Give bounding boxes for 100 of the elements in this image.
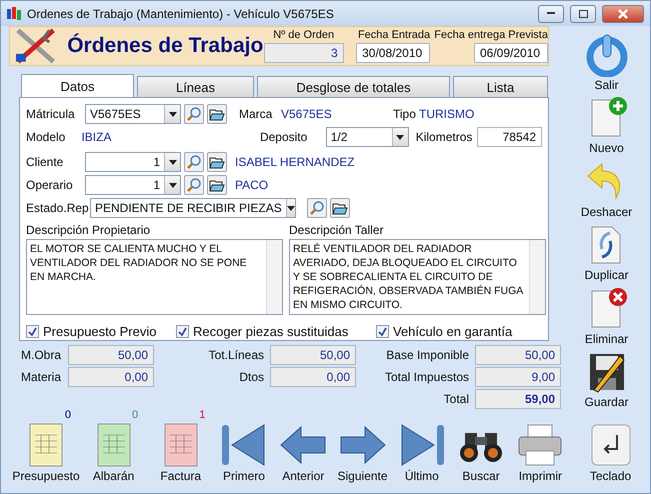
dropdown-arrow-icon xyxy=(286,206,295,210)
operator-name: PACO xyxy=(235,178,268,192)
field-label: Estado.Rep xyxy=(26,201,90,215)
toolbar-button[interactable]: 0 Presupuesto xyxy=(13,409,79,483)
left-arrow-icon xyxy=(279,423,328,467)
dropdown-arrow-icon xyxy=(396,134,404,140)
tab[interactable]: Líneas xyxy=(137,76,254,97)
tab[interactable]: Desglose de totales xyxy=(257,76,450,97)
plate-combo[interactable]: V5675ES xyxy=(85,104,181,124)
field-label: Cliente xyxy=(26,155,64,169)
tab[interactable]: Datos xyxy=(21,74,134,97)
total-label: Tot.Líneas xyxy=(208,348,264,362)
maximize-icon xyxy=(578,10,588,18)
field-label: Tipo xyxy=(393,107,417,121)
side-button[interactable]: Guardar xyxy=(572,346,642,409)
side-button[interactable]: Salir xyxy=(572,28,642,92)
printer-icon xyxy=(516,423,564,467)
mileage-field[interactable]: 78542 xyxy=(477,127,542,147)
open-folder-button[interactable] xyxy=(207,104,227,124)
description-field[interactable]: RELÉ VENTILADOR DEL RADIADOR AVERIADO, DEJA BLOQUEADO EL CIRCUITO Y SE SOBRECALIENTA EL CIRCUITO DE REFIGERACIÓN, OBSERVADA TAMBIÉN FUGA EN MISMO CIRCUITO. xyxy=(289,239,546,315)
checkbox[interactable]: Presupuesto Previo xyxy=(26,324,176,339)
close-icon xyxy=(618,8,628,18)
page-title: Órdenes de Trabajo xyxy=(67,34,264,58)
brand-value: V5675ES xyxy=(281,107,333,121)
field-label: Fecha Entrada xyxy=(358,29,430,41)
checkmark-icon xyxy=(178,327,187,336)
search-button[interactable] xyxy=(184,175,204,195)
toolbar-button[interactable]: Teclado xyxy=(571,409,650,483)
field-label: Kilometros xyxy=(414,130,472,144)
search-icon xyxy=(309,200,325,216)
total-label: Materia xyxy=(21,370,62,384)
folder-icon xyxy=(209,107,225,121)
toolbar-button[interactable]: Siguiente xyxy=(334,409,392,483)
total-field: 50,00 xyxy=(270,344,356,364)
side-button[interactable]: Nuevo xyxy=(572,92,642,155)
tank-combo[interactable]: 1/2 xyxy=(326,127,408,147)
maximize-button[interactable] xyxy=(570,4,596,22)
search-icon xyxy=(186,154,202,170)
total-field: 50,00 xyxy=(68,344,154,364)
total-label: Total Impuestos xyxy=(384,370,469,384)
total-field: 50,00 xyxy=(475,344,561,364)
field-label: Operario xyxy=(26,178,74,192)
total-field: 59,00 xyxy=(475,388,561,408)
open-folder-button[interactable] xyxy=(207,175,227,195)
search-icon xyxy=(186,106,202,122)
client-combo[interactable]: 1 xyxy=(85,152,181,172)
field-label: Descripción Propietario xyxy=(26,223,152,237)
count-label: 0 xyxy=(132,409,138,421)
dropdown-arrow-icon xyxy=(168,182,176,188)
power-icon xyxy=(584,32,630,76)
folder-icon xyxy=(209,155,225,169)
client-name: ISABEL HERNANDEZ xyxy=(235,155,355,169)
field-label: Fecha entrega Prevista xyxy=(434,29,548,41)
tab[interactable]: Lista xyxy=(453,76,548,97)
due-date-field[interactable]: 06/09/2010 xyxy=(474,43,548,63)
document-icon xyxy=(29,423,63,467)
enter-key-icon xyxy=(588,423,633,467)
toolbar-button[interactable]: Anterior xyxy=(274,409,332,483)
search-button[interactable] xyxy=(184,152,204,172)
open-folder-button[interactable] xyxy=(207,152,227,172)
search-icon xyxy=(186,177,202,193)
toolbar-button[interactable]: Último xyxy=(393,409,450,483)
app-icon xyxy=(7,6,21,20)
side-button[interactable]: Deshacer xyxy=(572,155,642,218)
side-button[interactable]: Duplicar xyxy=(572,218,642,282)
description-field[interactable]: EL MOTOR SE CALIENTA MUCHO Y EL VENTILADOR DEL RADIADOR NO SE PONE EN MARCHA. xyxy=(26,239,283,315)
search-button[interactable] xyxy=(307,198,327,218)
total-label: Total xyxy=(444,392,469,406)
search-button[interactable] xyxy=(184,104,204,124)
field-label: Descripción Taller xyxy=(289,223,384,237)
total-label: Base Imponible xyxy=(386,348,469,362)
toolbar-button[interactable]: 0 Albarán xyxy=(81,409,146,483)
window-title: Ordenes de Trabajo (Mantenimiento) - Vehículo V5675ES xyxy=(27,6,335,20)
checkbox[interactable]: Recoger piezas sustituidas xyxy=(176,324,376,339)
close-button[interactable] xyxy=(602,4,644,22)
side-button[interactable]: Eliminar xyxy=(572,282,642,346)
count-label: 1 xyxy=(199,409,206,421)
toolbar-button[interactable]: Primero xyxy=(215,409,273,483)
field-label: Deposito xyxy=(260,130,308,144)
dropdown-arrow-icon xyxy=(168,160,176,164)
toolbar-button[interactable]: 1 Factura xyxy=(148,409,214,483)
checkbox[interactable]: Vehículo en garantía xyxy=(376,324,536,339)
model-value: IBIZA xyxy=(81,130,112,144)
total-field: 0,00 xyxy=(68,366,154,386)
field-label: Marca xyxy=(239,107,274,121)
toolbar-button[interactable]: Buscar xyxy=(452,409,510,483)
entry-date-field[interactable]: 30/08/2010 xyxy=(356,43,430,63)
minimize-icon xyxy=(547,12,555,15)
open-folder-button[interactable] xyxy=(330,198,350,218)
count-label: 0 xyxy=(64,409,71,421)
folder-icon xyxy=(209,178,225,192)
toolbar-button[interactable]: Imprimir xyxy=(512,409,570,483)
type-value: TURISMO xyxy=(419,107,474,121)
operator-combo[interactable]: 1 xyxy=(85,175,181,195)
status-combo[interactable]: PENDIENTE DE RECIBIR PIEZAS xyxy=(90,198,296,218)
total-field: 9,00 xyxy=(475,366,561,386)
folder-icon xyxy=(332,201,348,215)
field-label: Nº de Orden xyxy=(273,29,334,41)
minimize-button[interactable] xyxy=(538,4,564,22)
checkmark-icon xyxy=(28,327,37,336)
